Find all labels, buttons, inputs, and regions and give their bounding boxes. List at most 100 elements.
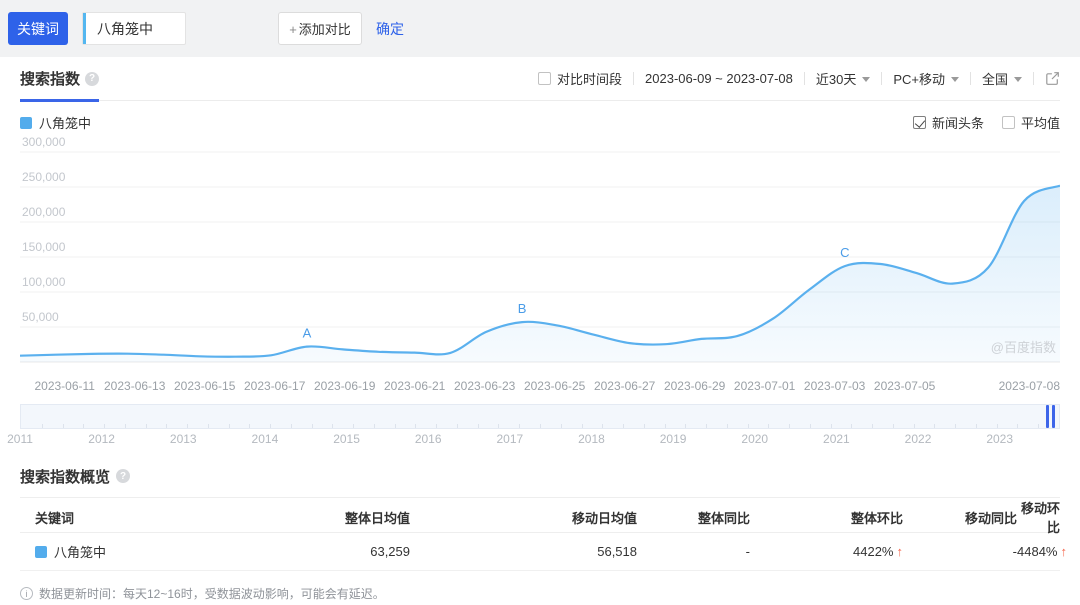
timeline-tick [872, 424, 873, 428]
timeline-tick [665, 424, 666, 428]
col-overall-yoy: 整体同比 [637, 508, 750, 527]
year-label: 2013 [170, 432, 197, 446]
average-label: 平均值 [1021, 113, 1060, 132]
chevron-down-icon [862, 77, 870, 82]
timeline-tick [270, 424, 271, 428]
svg-text:50,000: 50,000 [22, 310, 59, 324]
brush-handle-right[interactable] [1052, 405, 1055, 428]
year-label: 2015 [333, 432, 360, 446]
table-row: 八角笼中 63,259 56,518 - 4422%↑ - 4484%↑ [20, 533, 1060, 571]
year-label: 2019 [660, 432, 687, 446]
timeline-tick [83, 424, 84, 428]
timeline-tick [706, 424, 707, 428]
timeline-tick [332, 424, 333, 428]
timeline-tick [893, 424, 894, 428]
checkbox-icon[interactable] [538, 72, 551, 85]
svg-text:250,000: 250,000 [22, 170, 66, 184]
confirm-link[interactable]: 确定 [376, 19, 404, 39]
tab-search-index[interactable]: 搜索指数 ? [20, 57, 99, 101]
x-axis-labels: 2023-06-112023-06-132023-06-152023-06-17… [20, 376, 1060, 396]
timeline-tick [146, 424, 147, 428]
series-color-swatch [35, 546, 47, 558]
timeline-tick [976, 424, 977, 428]
year-label: 2014 [252, 432, 279, 446]
x-tick-label: 2023-06-17 [244, 379, 305, 393]
timeline-tick [208, 424, 209, 428]
mobile-mom-value: 4484%↑ [1017, 544, 1067, 559]
timeline-tick [831, 424, 832, 428]
timeline-tick [540, 424, 541, 428]
device-dropdown-value: PC+移动 [893, 69, 945, 88]
x-tick-label: 2023-07-01 [734, 379, 795, 393]
svg-text:B: B [518, 301, 527, 316]
svg-text:300,000: 300,000 [22, 136, 66, 149]
timeline-tick [249, 424, 250, 428]
external-link-icon[interactable] [1045, 71, 1060, 86]
keyword-input[interactable] [83, 13, 185, 44]
help-icon[interactable]: ? [116, 469, 130, 483]
add-compare-button[interactable]: +添加对比 [278, 12, 362, 45]
trend-chart-svg: 50,000 100,000 150,000 200,000 250,000 300,00… [20, 136, 1060, 376]
timeline-tick [914, 424, 915, 428]
legend-item-keyword[interactable]: 八角笼中 [20, 113, 91, 132]
keyword-button[interactable]: 关键词 [8, 12, 68, 45]
timeline-tick [727, 424, 728, 428]
data-update-note: i 数据更新时间：每天12~16时，受数据波动影响，可能会有延迟。 [20, 585, 1060, 602]
checkbox-icon[interactable] [1002, 116, 1015, 129]
query-bar: 关键词 +添加对比 确定 [0, 0, 1080, 57]
news-headlines-label: 新闻头条 [932, 113, 984, 132]
timeline-tick [582, 424, 583, 428]
search-index-panel: 搜索指数 ? 对比时间段 2023-06-09 ~ 2023-07-08 近30… [0, 57, 1080, 602]
region-dropdown[interactable]: 全国 [982, 69, 1022, 88]
timeline-tick [457, 424, 458, 428]
x-tick-label: 2023-06-23 [454, 379, 515, 393]
x-tick-label: 2023-06-13 [104, 379, 165, 393]
overview-title-row: 搜索指数概览 ? [20, 461, 1060, 491]
average-checkbox[interactable]: 平均值 [1002, 113, 1060, 132]
year-label: 2022 [905, 432, 932, 446]
timeline-tick [353, 424, 354, 428]
brush-handle-left[interactable] [1046, 405, 1049, 428]
timeline-tick [561, 424, 562, 428]
x-tick-label: 2023-07-05 [874, 379, 935, 393]
mobile-daily-avg-value: 56,518 [410, 544, 637, 559]
timeline-tick [166, 424, 167, 428]
timeline-tick [1017, 424, 1018, 428]
timeline-tick [851, 424, 852, 428]
checkbox-checked-icon[interactable] [913, 116, 926, 129]
x-tick-label: 2023-06-11 [34, 379, 95, 393]
tab-row: 搜索指数 ? 对比时间段 2023-06-09 ~ 2023-07-08 近30… [20, 57, 1060, 101]
timeline-tick [312, 424, 313, 428]
svg-text:200,000: 200,000 [22, 205, 66, 219]
svg-text:A: A [303, 326, 312, 341]
divider [970, 72, 971, 85]
help-icon[interactable]: ? [85, 72, 99, 86]
device-dropdown[interactable]: PC+移动 [893, 69, 959, 88]
chart-controls: 对比时间段 2023-06-09 ~ 2023-07-08 近30天 PC+移动… [538, 69, 1060, 88]
timeline-tick [63, 424, 64, 428]
compare-period-checkbox[interactable]: 对比时间段 [538, 69, 622, 88]
overall-mom-value: 4422%↑ [750, 544, 903, 559]
tab-label: 搜索指数 [20, 68, 80, 89]
legend-label: 八角笼中 [39, 113, 91, 132]
date-range-picker[interactable]: 2023-06-09 ~ 2023-07-08 [645, 71, 793, 86]
range-dropdown[interactable]: 近30天 [816, 69, 870, 88]
timeline-tick [810, 424, 811, 428]
mobile-yoy-value: - [903, 544, 1017, 559]
overview-section: 搜索指数概览 ? 关键词 整体日均值 移动日均值 整体同比 整体环比 移动同比 … [20, 461, 1060, 602]
svg-text:150,000: 150,000 [22, 240, 66, 254]
svg-text:100,000: 100,000 [22, 275, 66, 289]
chevron-down-icon [951, 77, 959, 82]
timeline-tick [104, 424, 105, 428]
timeline-tick [768, 424, 769, 428]
info-icon: i [20, 587, 33, 600]
table-header: 关键词 整体日均值 移动日均值 整体同比 整体环比 移动同比 移动环比 [20, 497, 1060, 533]
divider [633, 72, 634, 85]
timeline-brush[interactable] [20, 404, 1060, 429]
timeline-tick [478, 424, 479, 428]
svg-text:@百度指数: @百度指数 [991, 340, 1056, 355]
series-color-swatch [20, 117, 32, 129]
news-headlines-checkbox[interactable]: 新闻头条 [913, 113, 984, 132]
timeline-tick [498, 424, 499, 428]
year-label: 2011 [7, 432, 33, 446]
